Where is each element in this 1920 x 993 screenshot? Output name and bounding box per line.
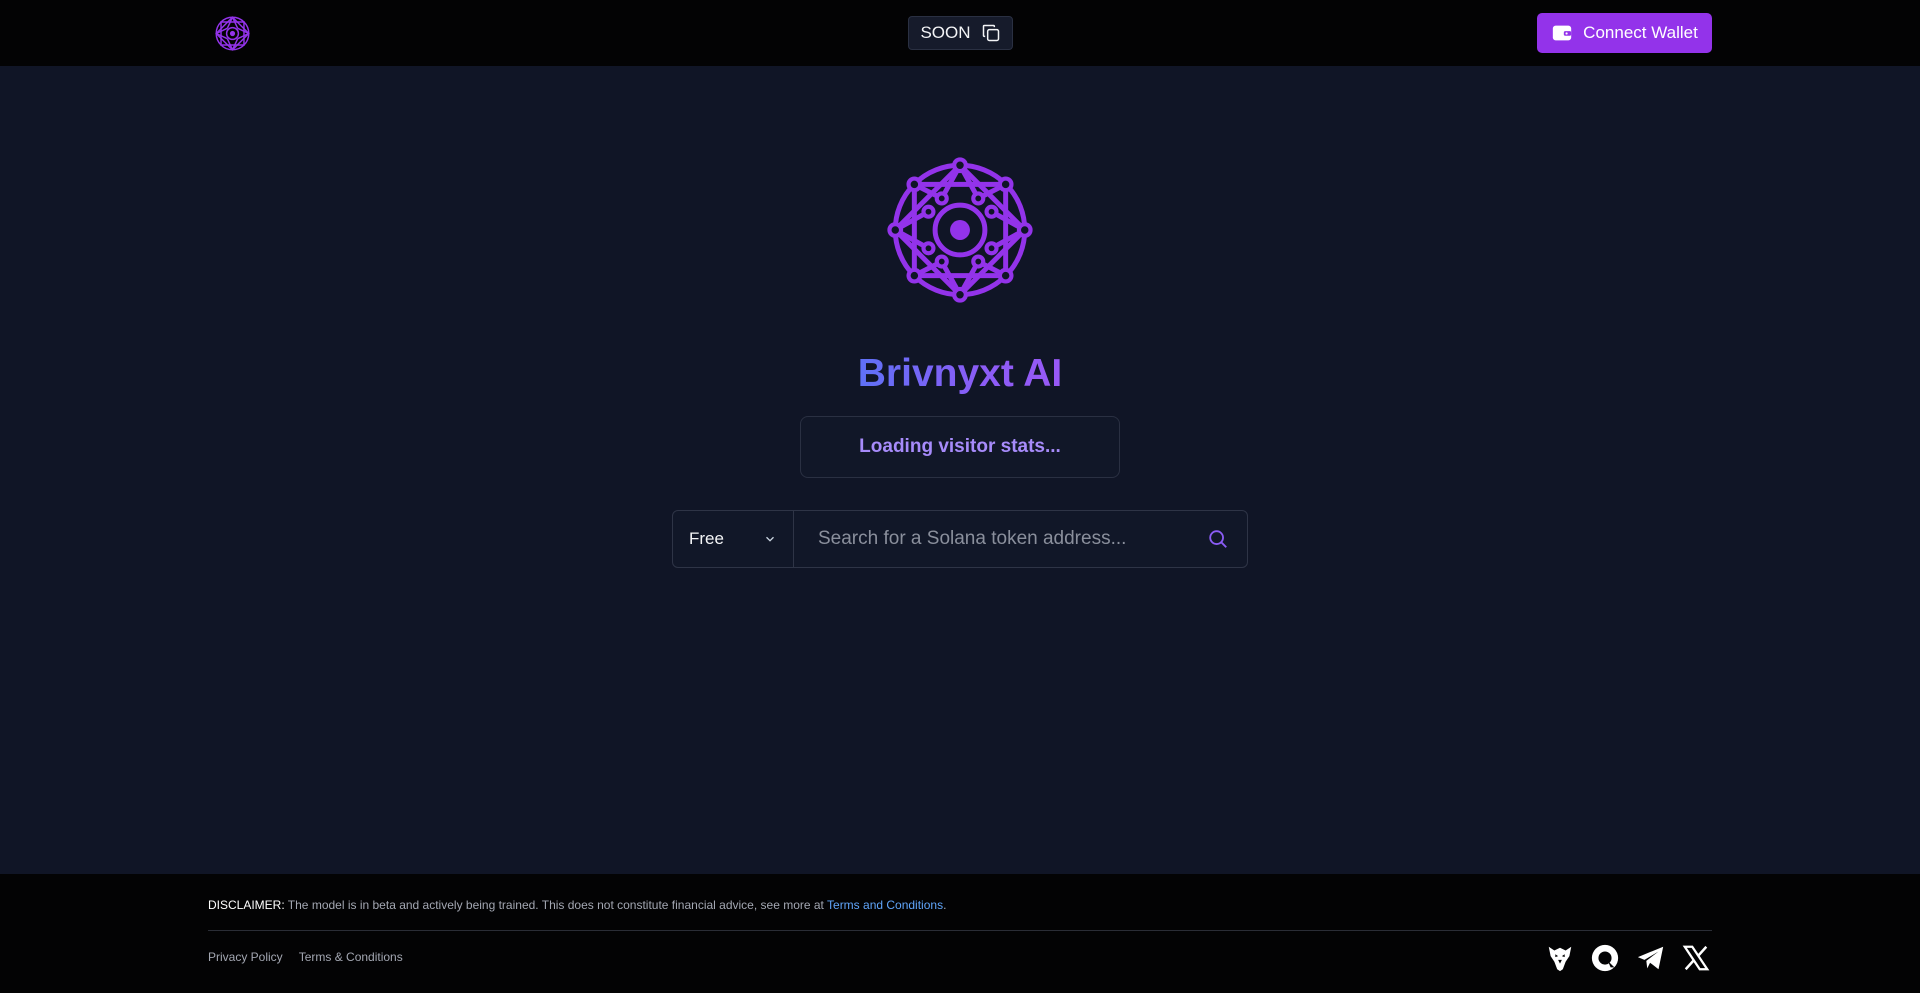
wallet-icon bbox=[1553, 25, 1572, 41]
soon-button[interactable]: SOON bbox=[908, 16, 1013, 50]
disclaimer: DISCLAIMER: The model is in beta and act… bbox=[208, 898, 1712, 912]
visitor-stats-text: Loading visitor stats... bbox=[859, 436, 1061, 457]
disclaimer-text: The model is in beta and actively being … bbox=[284, 898, 828, 912]
chat-icon bbox=[1592, 944, 1619, 972]
connect-wallet-button[interactable]: Connect Wallet bbox=[1537, 13, 1712, 53]
plan-select[interactable]: Free bbox=[673, 511, 794, 567]
social-chat-link[interactable] bbox=[1590, 943, 1621, 974]
disclaimer-label: DISCLAIMER: bbox=[208, 898, 285, 912]
disclaimer-terms-link[interactable]: Terms and Conditions bbox=[827, 898, 943, 912]
page-title: Brivnyxt AI bbox=[760, 352, 1160, 396]
network-logo-icon[interactable] bbox=[214, 15, 251, 52]
chevron-down-icon bbox=[766, 536, 774, 542]
telegram-icon bbox=[1637, 946, 1663, 970]
eagle-icon bbox=[1548, 946, 1571, 972]
visitor-stats-box: Loading visitor stats... bbox=[800, 416, 1120, 478]
page-footer: DISCLAIMER: The model is in beta and act… bbox=[0, 874, 1920, 993]
copy-icon bbox=[982, 24, 999, 42]
social-links bbox=[1544, 942, 1712, 974]
footer-links: Privacy Policy Terms & Conditions bbox=[208, 950, 403, 964]
search-icon bbox=[1209, 530, 1227, 548]
top-header: SOON Connect Wallet bbox=[0, 0, 1920, 66]
social-telegram-link[interactable] bbox=[1635, 943, 1666, 974]
social-eagle-link[interactable] bbox=[1544, 943, 1575, 974]
terms-conditions-link[interactable]: Terms & Conditions bbox=[299, 950, 403, 964]
x-icon bbox=[1683, 945, 1710, 971]
token-search-bar: Free bbox=[672, 510, 1248, 568]
connect-wallet-label: Connect Wallet bbox=[1583, 23, 1698, 42]
privacy-policy-link[interactable]: Privacy Policy bbox=[208, 950, 283, 964]
token-search-input[interactable] bbox=[794, 511, 1189, 567]
search-button[interactable] bbox=[1189, 511, 1247, 567]
social-x-link[interactable] bbox=[1681, 943, 1712, 974]
footer-divider bbox=[208, 930, 1712, 931]
soon-label: SOON bbox=[920, 23, 971, 42]
disclaimer-end: . bbox=[943, 898, 947, 912]
network-logo-icon bbox=[887, 157, 1033, 303]
plan-select-value: Free bbox=[689, 529, 724, 548]
